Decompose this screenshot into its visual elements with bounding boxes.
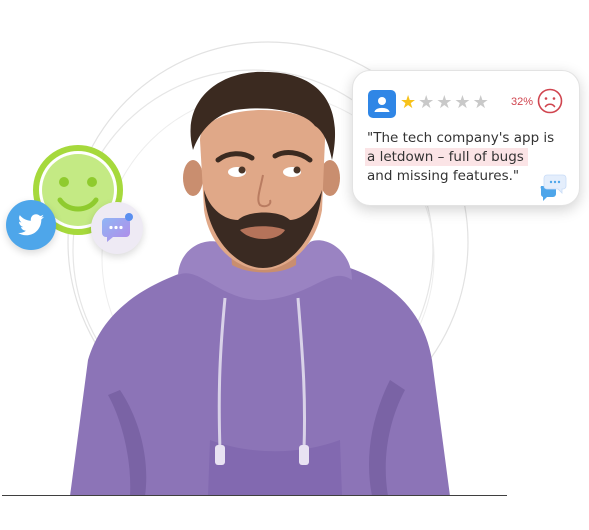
- twitter-bird-icon: [6, 200, 56, 250]
- hero-illustration: ★ ★ ★ ★ ★ 32% "The tech company's app is…: [0, 0, 589, 530]
- user-avatar-icon: [368, 90, 396, 118]
- star-icon-empty: ★: [472, 92, 489, 113]
- star-icon-empty: ★: [418, 92, 435, 113]
- quote-line: "The tech company's app is: [367, 130, 555, 146]
- quote-line: and missing features.": [367, 168, 520, 184]
- quote-highlight: a letdown – full of bugs: [365, 148, 528, 166]
- chat-bubble-icon: [91, 202, 143, 254]
- star-icon-empty: ★: [454, 92, 471, 113]
- chat-bubble-icon: [540, 174, 567, 201]
- review-quote: "The tech company's app is a letdown – f…: [365, 129, 567, 186]
- sad-face-icon: [537, 88, 563, 114]
- star-icon-filled: ★: [400, 92, 417, 113]
- review-card: ★ ★ ★ ★ ★ 32% "The tech company's app is…: [352, 70, 580, 206]
- sentiment-percent: 32%: [511, 96, 534, 108]
- star-rating: ★ ★ ★ ★ ★: [400, 93, 489, 113]
- star-icon-empty: ★: [436, 92, 453, 113]
- ground-line: [2, 495, 507, 496]
